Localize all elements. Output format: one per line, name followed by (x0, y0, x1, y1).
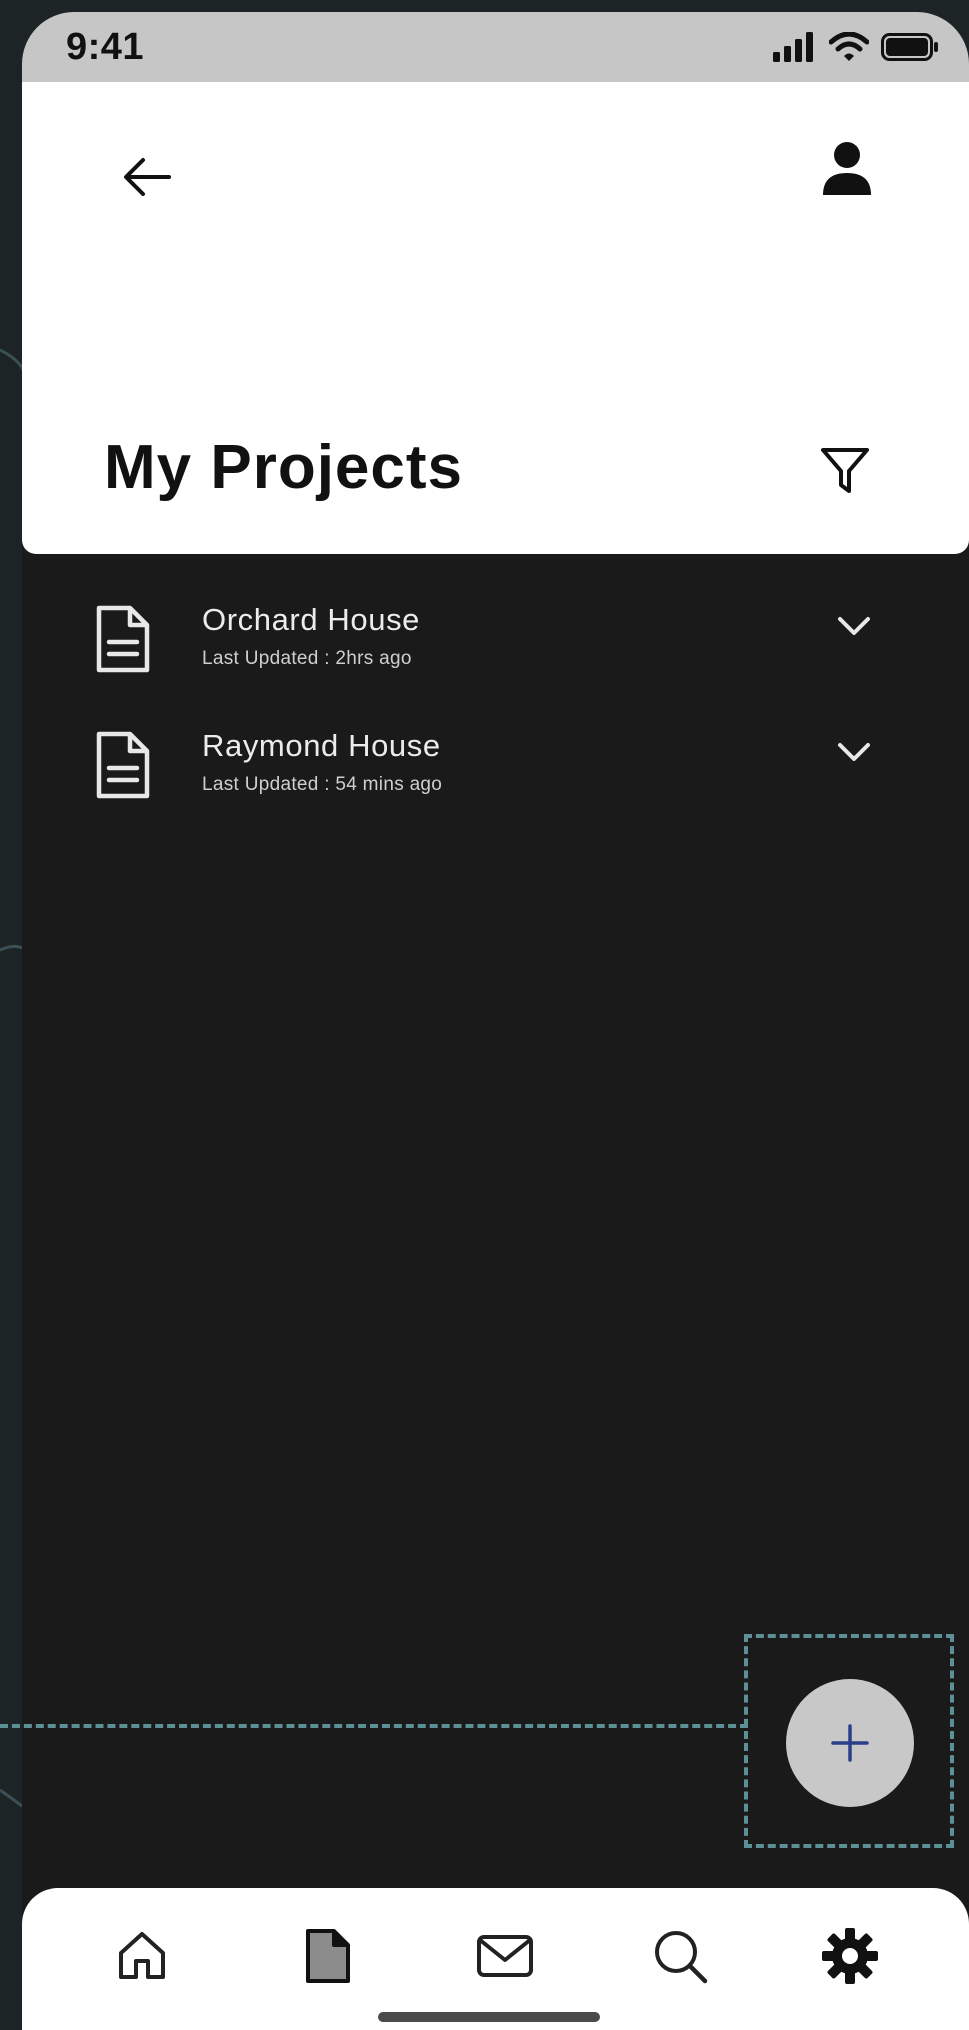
header: My Projects (22, 82, 969, 554)
project-name: Orchard House (202, 602, 421, 637)
page-title: My Projects (104, 433, 464, 502)
expand-button[interactable] (830, 732, 878, 772)
project-updated: Last Updated : 2hrs ago (202, 648, 412, 669)
person-icon (823, 142, 871, 195)
chevron-down-icon (838, 617, 870, 635)
project-name: Raymond House (202, 728, 441, 763)
filter-button[interactable] (808, 434, 882, 508)
arrow-left-icon (124, 158, 171, 196)
mail-icon (477, 1935, 533, 1977)
profile-button[interactable] (812, 134, 882, 204)
add-project-button[interactable] (786, 1679, 914, 1807)
document-icon (96, 605, 150, 673)
nav-messages[interactable] (465, 1916, 545, 1996)
bottom-nav (22, 1888, 969, 2030)
project-updated: Last Updated : 54 mins ago (202, 774, 443, 795)
home-icon (119, 1932, 165, 1979)
expand-button[interactable] (830, 606, 878, 646)
project-list: Orchard House Last Updated : 2hrs ago Ra… (22, 592, 969, 844)
gear-icon (822, 1928, 878, 1984)
back-button[interactable] (112, 142, 182, 212)
home-indicator (378, 2012, 600, 2022)
wifi-icon (829, 32, 869, 61)
search-icon (655, 1931, 708, 1984)
filter-icon (821, 448, 869, 493)
plus-icon (831, 1724, 869, 1762)
nav-home[interactable] (102, 1916, 182, 1996)
status-time: 9:41 (66, 25, 145, 68)
nav-projects[interactable] (288, 1916, 368, 1996)
list-item[interactable]: Raymond House Last Updated : 54 mins ago (22, 718, 969, 844)
document-icon (96, 731, 150, 799)
signal-icon (773, 32, 813, 62)
nav-settings[interactable] (810, 1916, 890, 1996)
nav-search[interactable] (640, 1916, 720, 1996)
canvas: 9:41 My Projects Orchard House Last Upda… (0, 0, 969, 2030)
list-item[interactable]: Orchard House Last Updated : 2hrs ago (22, 592, 969, 718)
document-icon (306, 1929, 350, 1983)
annotation-connector (0, 1724, 748, 1728)
chevron-down-icon (838, 743, 870, 761)
battery-icon (881, 33, 938, 61)
status-icons (773, 32, 939, 62)
status-bar: 9:41 (22, 12, 969, 82)
